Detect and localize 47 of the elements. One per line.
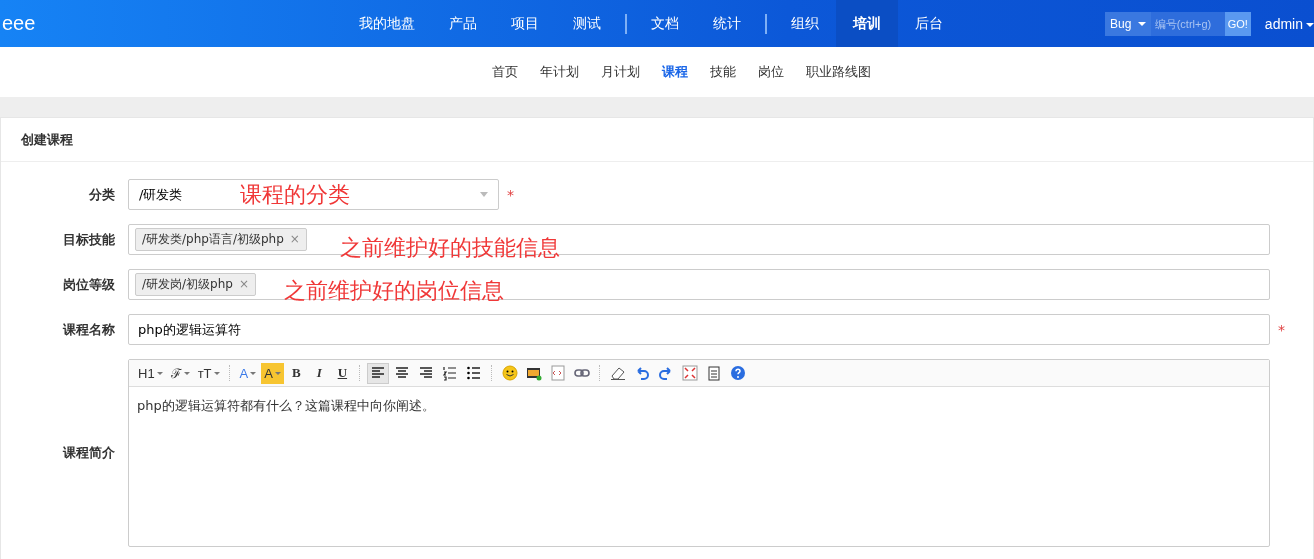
nav-tab[interactable]: 培训	[836, 0, 898, 47]
sub-nav-tab[interactable]: 月计划	[589, 63, 651, 81]
sub-nav-tab[interactable]: 岗位	[746, 63, 795, 81]
brand-logo-text: eee	[1, 12, 37, 35]
format-dropdown[interactable]: H1	[135, 362, 166, 384]
sub-nav-tab[interactable]: 职业路线图	[794, 63, 882, 81]
nav-tab[interactable]: 后台	[898, 0, 960, 47]
nav-tab[interactable]: 统计	[696, 0, 758, 47]
field-label: 目标技能	[62, 230, 115, 249]
dropdown-caret-icon	[480, 192, 488, 197]
tag-label: /研发类/php语言/初级php	[142, 232, 284, 246]
search-type-dropdown[interactable]: Bug	[1105, 11, 1151, 36]
format-dropdown[interactable]: A	[236, 362, 260, 384]
form-title: 创建课程	[21, 130, 73, 149]
rich-text-editor[interactable]: H1 ℱ ᴛT A A B I U php的逻辑运算符都有什么？这篇课程中向你阐述。	[128, 359, 1270, 547]
field-label: 课程简介	[61, 444, 115, 462]
align-left-icon[interactable]	[366, 362, 389, 384]
handwritten-annotation: 课程的分类	[240, 181, 350, 209]
tag-select[interactable]: /研发岗/初级php × 之前维护好的岗位信息	[128, 269, 1270, 300]
format-button[interactable]: B	[285, 362, 307, 384]
format-dropdown[interactable]: A	[261, 362, 284, 384]
category-select[interactable]: /研发类 课程的分类	[128, 179, 499, 210]
nav-tab[interactable]: 项目	[494, 0, 556, 47]
required-mark: *	[1278, 321, 1285, 338]
user-menu[interactable]: admin	[1264, 15, 1314, 32]
nav-tab[interactable]: 测试	[556, 0, 618, 47]
sub-nav-tab[interactable]: 年计划	[528, 63, 590, 81]
editor-content: php的逻辑运算符都有什么？这篇课程中向你阐述。	[137, 397, 436, 415]
nav-tab[interactable]: 产品	[432, 0, 494, 47]
select-value: /研发类	[139, 185, 183, 204]
nav-tab[interactable]: 组织	[774, 0, 836, 47]
format-dropdown[interactable]: ℱ	[167, 362, 193, 384]
nav-tab[interactable]: 文档	[634, 0, 696, 47]
required-mark: *	[507, 186, 514, 203]
sub-nav-tab[interactable]: 课程	[650, 63, 699, 81]
sub-nav-tab[interactable]: 首页	[480, 63, 529, 81]
course-name-field[interactable]: php的逻辑运算符	[128, 314, 1270, 345]
format-button[interactable]: U	[331, 362, 353, 384]
format-dropdown[interactable]: ᴛT	[194, 362, 223, 384]
format-button[interactable]: I	[308, 362, 330, 384]
sub-nav-tab[interactable]: 技能	[698, 63, 747, 81]
search-field[interactable]: 编号(ctrl+g)	[1150, 11, 1225, 36]
nav-tab[interactable]: 我的地盘	[342, 0, 432, 47]
field-label: 岗位等级	[62, 275, 115, 294]
field-label: 分类	[88, 185, 115, 204]
tag-label: /研发岗/初级php	[142, 277, 233, 291]
field-label: 课程名称	[61, 320, 115, 339]
